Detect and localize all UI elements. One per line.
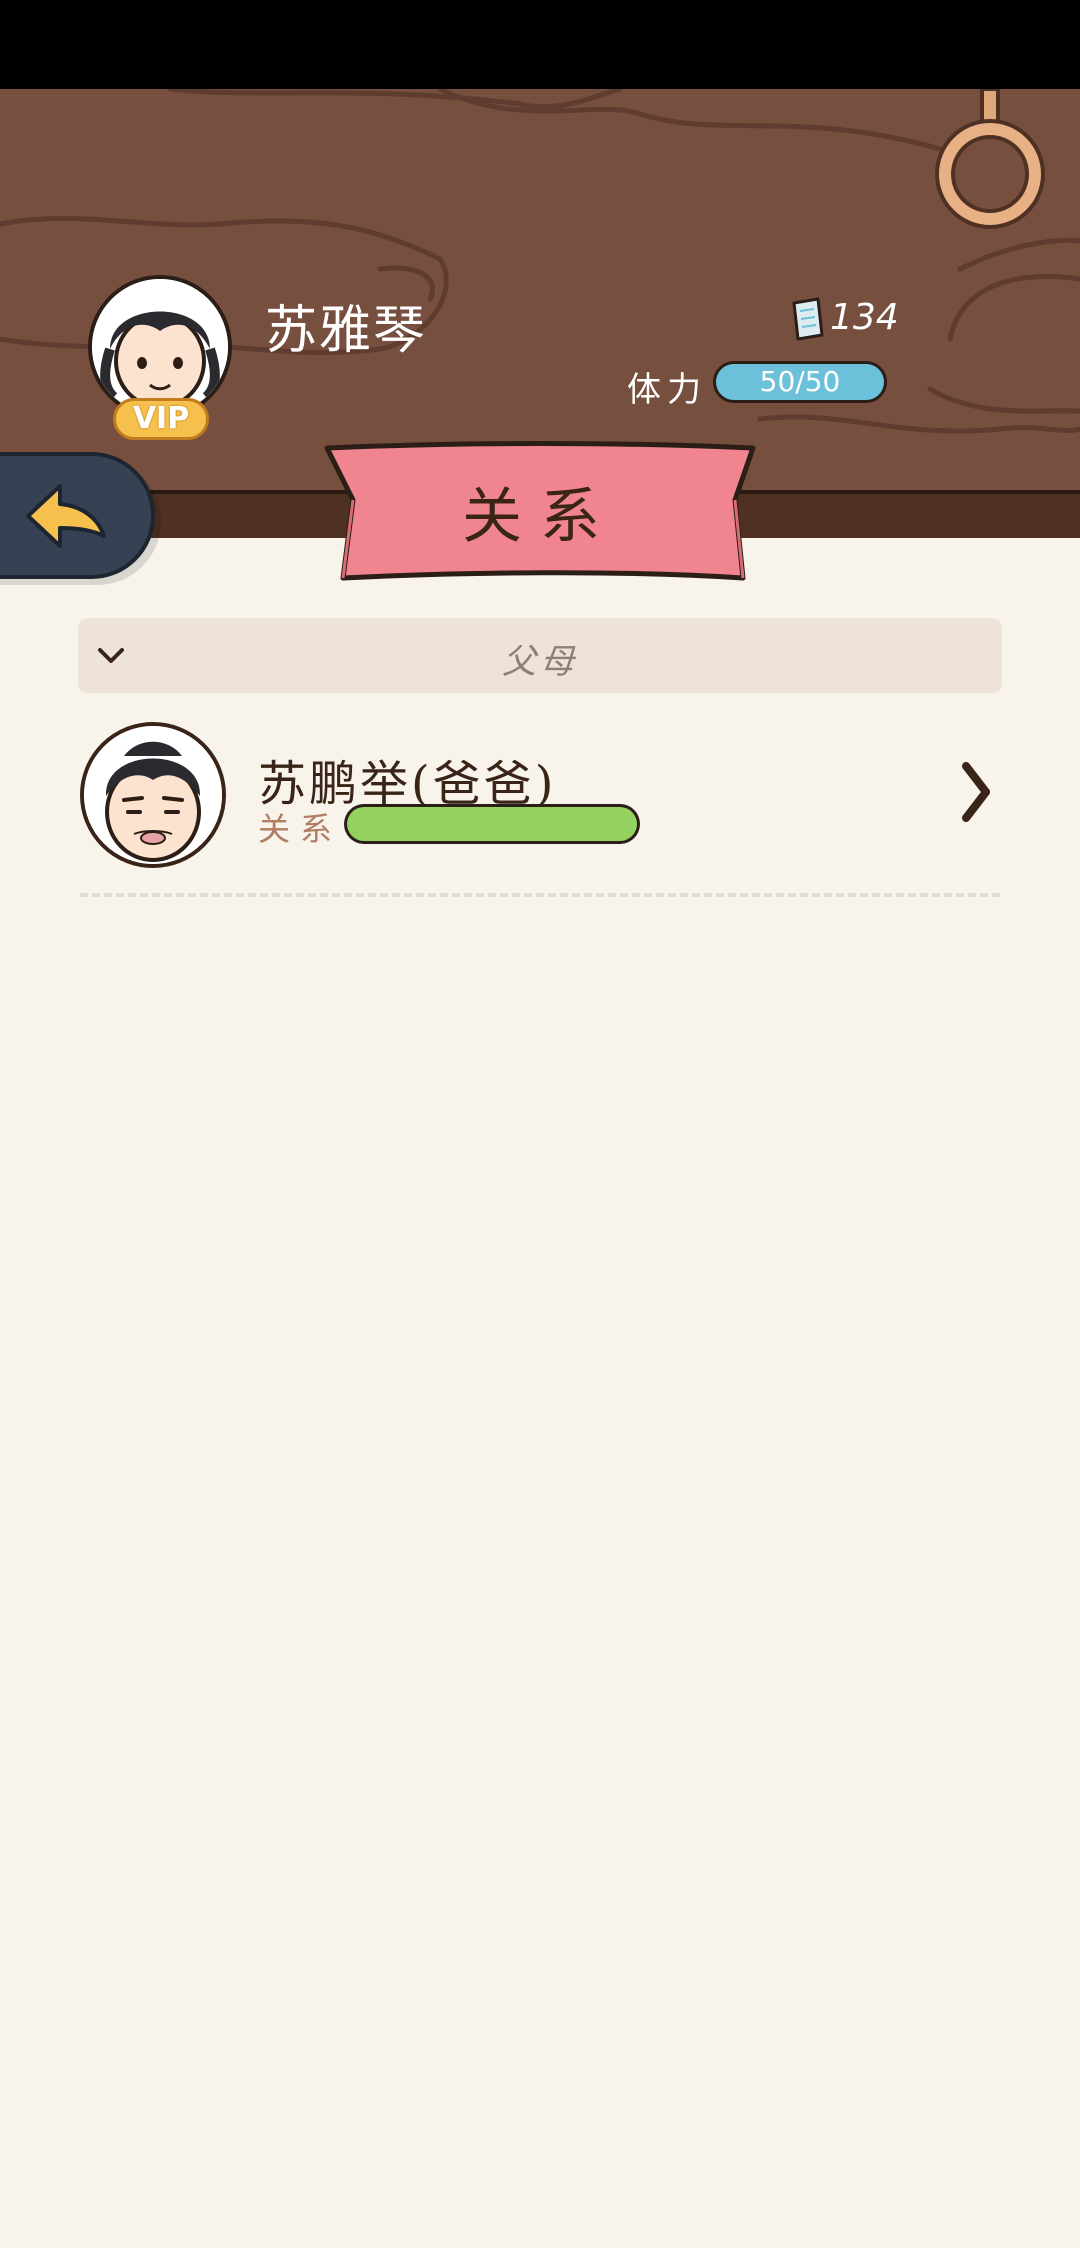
page-title: 关系	[462, 482, 618, 552]
list-item[interactable]: 苏鹏举(爸爸) 关系	[78, 718, 1002, 878]
player-name: 苏雅琴	[265, 301, 428, 361]
stamina-bar: 50/50	[713, 361, 887, 403]
vip-badge: VIP	[113, 398, 209, 440]
back-button[interactable]	[0, 452, 155, 579]
chevron-right-icon[interactable]	[960, 762, 990, 822]
stamina-label: 体力	[627, 370, 707, 410]
section-header-parents[interactable]: 父母	[78, 618, 1002, 693]
girl-face-icon	[92, 279, 228, 415]
relation-bar	[344, 804, 640, 844]
coin-count: 134	[830, 297, 899, 338]
person-avatar	[80, 722, 226, 868]
status-bar	[0, 0, 1080, 89]
relation-label: 关系	[258, 810, 343, 848]
man-face-icon	[84, 726, 222, 864]
back-arrow-icon	[26, 484, 106, 548]
ring-icon	[935, 89, 1045, 229]
section-title: 父母	[502, 642, 578, 682]
relation-bar-fill	[347, 807, 637, 841]
title-banner: 关系	[323, 440, 757, 586]
divider	[80, 893, 1000, 897]
ticket-icon	[792, 297, 824, 341]
